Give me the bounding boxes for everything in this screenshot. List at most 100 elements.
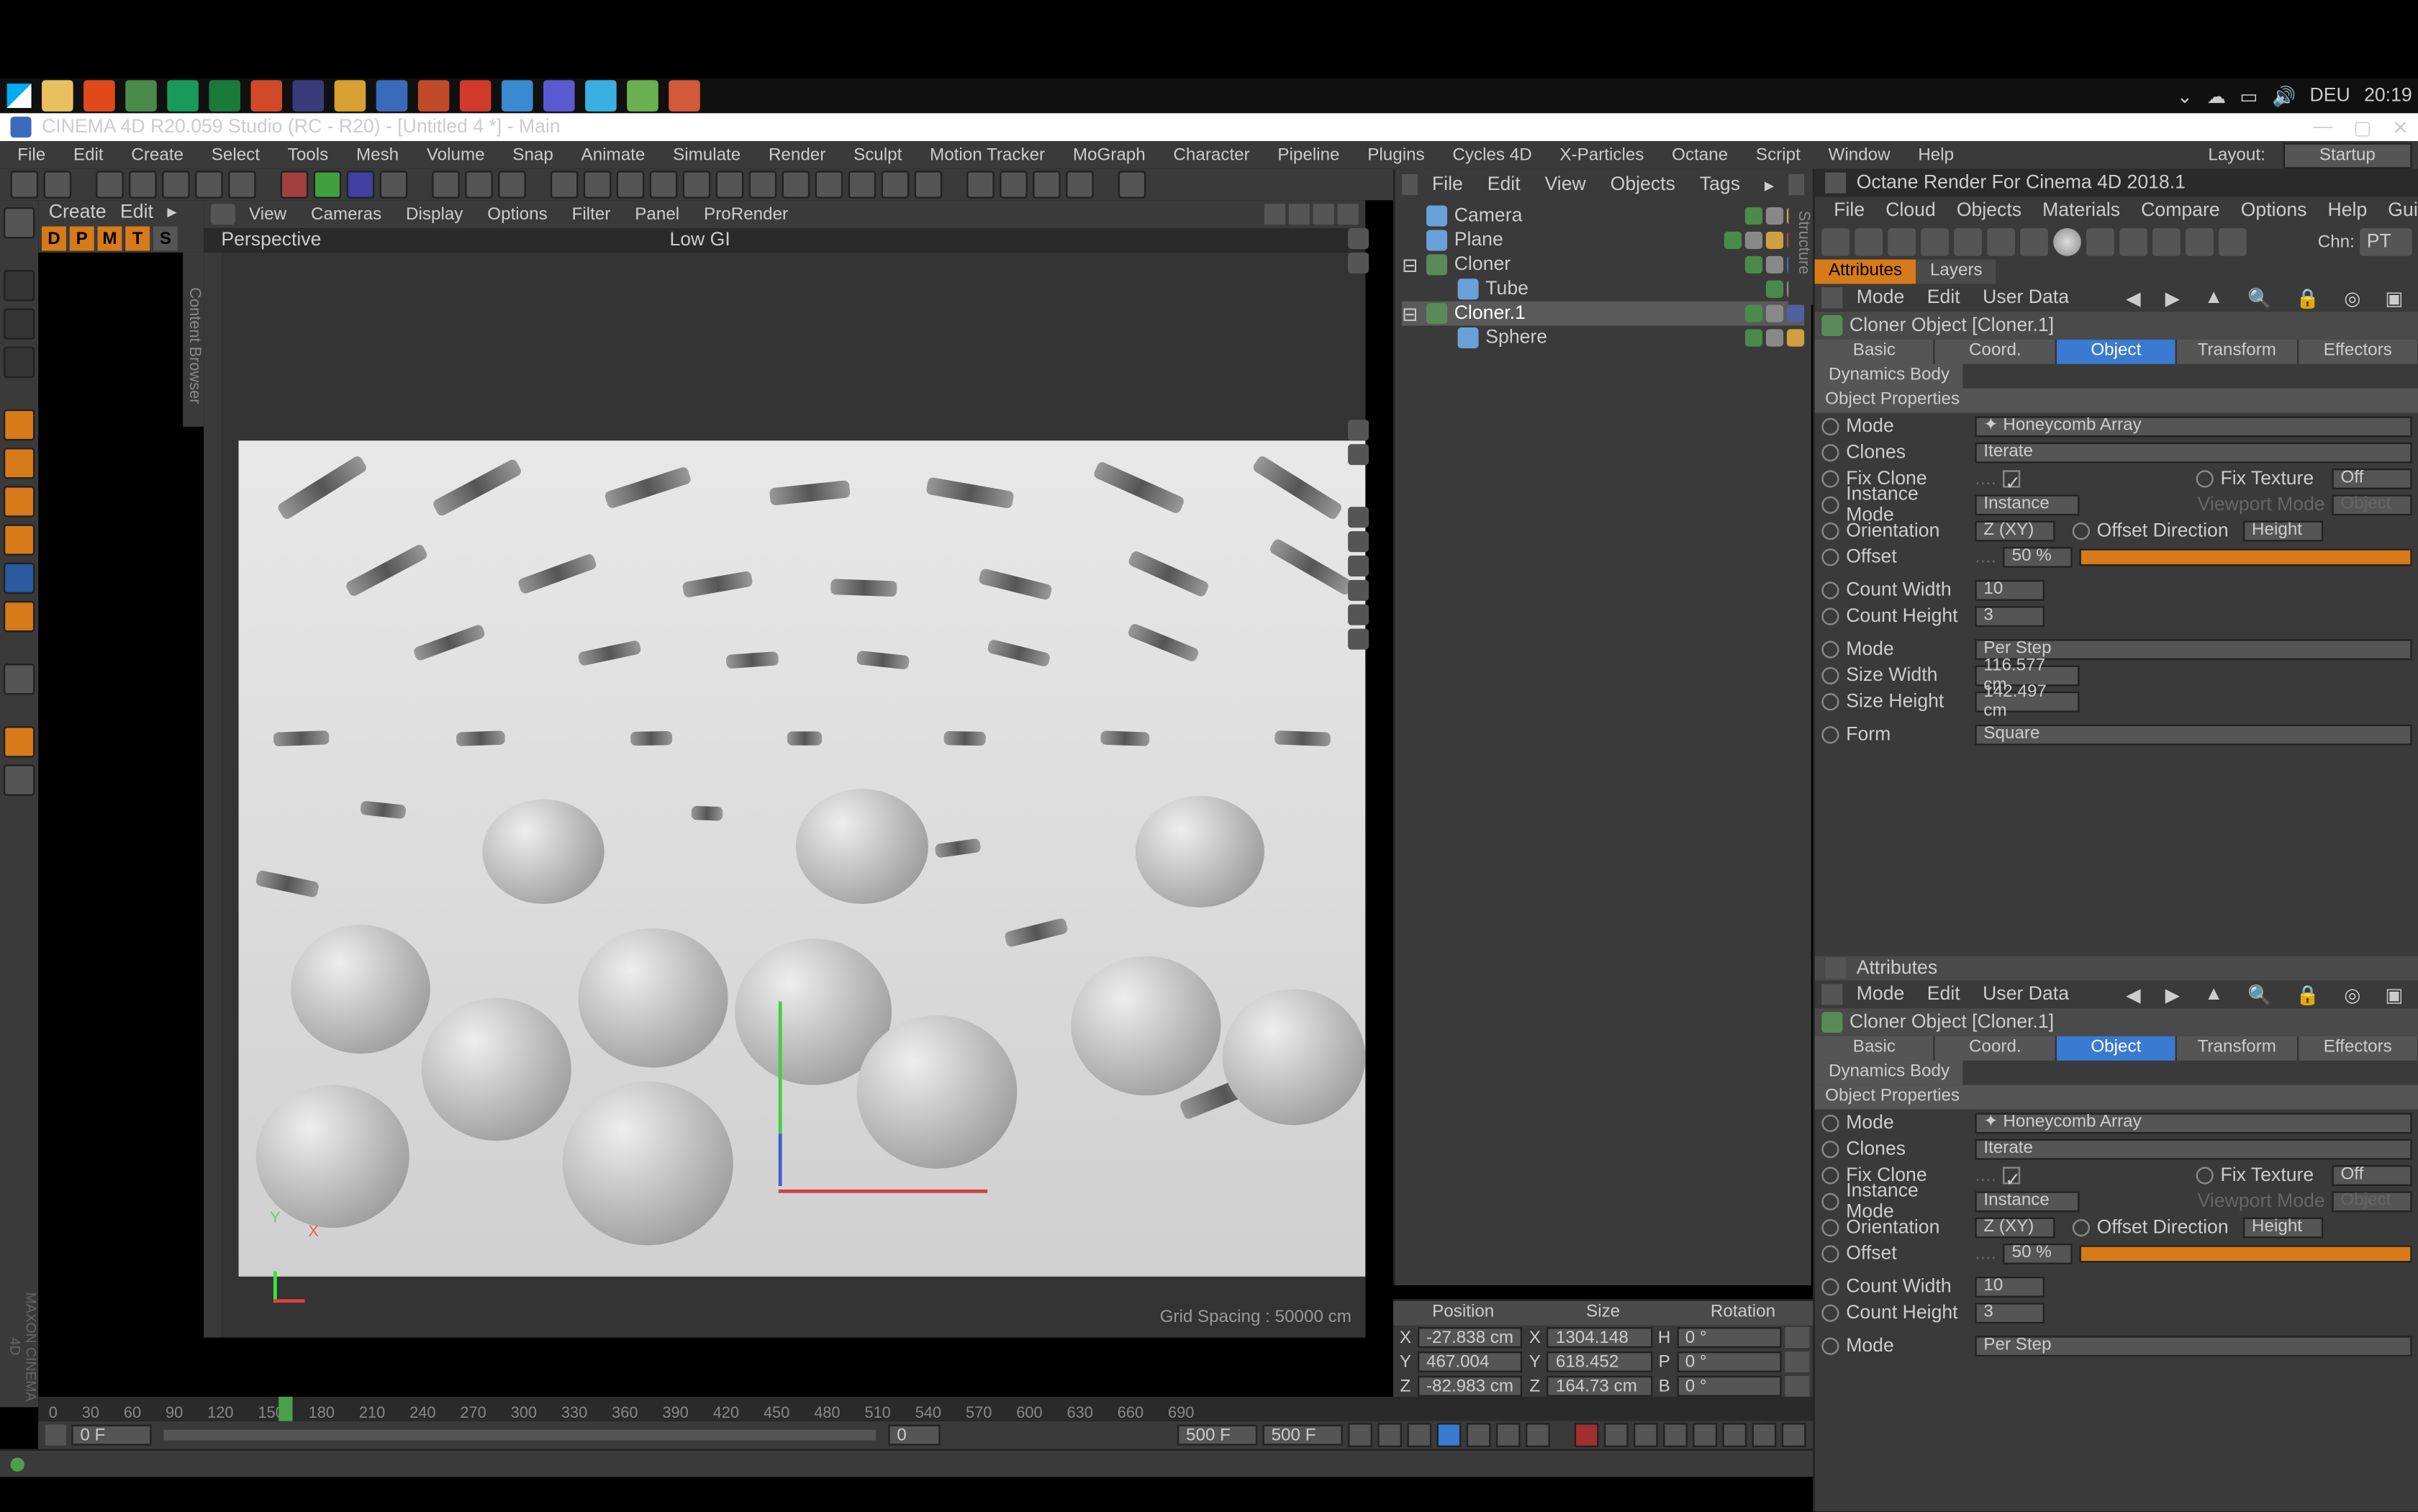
attr-menu-mode[interactable]: Mode — [1848, 982, 1914, 1007]
rotate-tool-icon[interactable] — [195, 171, 223, 199]
object-tree[interactable]: Camera Plane ⊟ Cloner Tube ⊟ Cloner.1 — [1395, 200, 1811, 353]
countheight-field[interactable]: 3 — [1975, 1302, 2045, 1323]
viewport-solo-icon[interactable] — [4, 664, 35, 695]
menu-character[interactable]: Character — [1163, 144, 1260, 166]
tool-icon[interactable] — [1118, 171, 1146, 199]
gizmo-x-axis[interactable] — [779, 1190, 987, 1193]
oct-settings-icon[interactable] — [1987, 228, 2015, 256]
palette-t-icon[interactable]: T — [125, 227, 150, 251]
timeline-ruler[interactable]: 0306090120150180210240270300330360390420… — [38, 1397, 1813, 1421]
tray-language[interactable]: DEU — [2309, 86, 2350, 107]
oct-menu-gui[interactable]: Gui — [2379, 199, 2418, 223]
tag-icon[interactable] — [1766, 329, 1783, 346]
edge-mode-icon[interactable] — [4, 448, 35, 479]
pos-field[interactable]: -27.838 cm — [1418, 1327, 1523, 1348]
uv-poly-icon[interactable] — [4, 563, 35, 594]
mode-dropdown[interactable]: ✦ Honeycomb Array — [1975, 1112, 2412, 1133]
menu-file[interactable]: File — [7, 144, 56, 166]
menu-create[interactable]: Create — [121, 144, 194, 166]
oct-tool-icon[interactable] — [2020, 228, 2048, 256]
vp-menu-options[interactable]: Options — [477, 203, 558, 225]
countheight-field[interactable]: 3 — [1975, 605, 2045, 626]
offsetdir-dropdown[interactable]: Height — [2243, 1216, 2323, 1237]
tree-item-cloner[interactable]: ⊟ Cloner — [1402, 253, 1804, 277]
tag-icon[interactable] — [1787, 329, 1804, 346]
attr-config-icon[interactable] — [1825, 958, 1846, 979]
oct-tool-icon[interactable] — [1888, 228, 1916, 256]
chevron-right-icon[interactable]: ▸ — [167, 200, 176, 222]
tray-chevron-icon[interactable]: ⌄ — [2177, 84, 2193, 107]
tool-icon[interactable] — [716, 171, 744, 199]
menu-snap[interactable]: Snap — [502, 144, 564, 166]
oct-menu-help[interactable]: Help — [2319, 199, 2376, 223]
tool-icon[interactable] — [551, 171, 579, 199]
oct-menu-options[interactable]: Options — [2232, 199, 2316, 223]
taskbar-app-icon[interactable] — [543, 80, 575, 112]
instancemode-dropdown[interactable]: Instance — [1975, 494, 2079, 515]
oct-chn-dropdown[interactable]: PT — [2360, 228, 2412, 256]
goto-end-button[interactable] — [1496, 1423, 1521, 1447]
coord-sys-toggle[interactable] — [380, 171, 408, 199]
menu-mesh[interactable]: Mesh — [345, 144, 409, 166]
tray-cloud-icon[interactable]: ☁ — [2206, 84, 2226, 107]
undo-button[interactable] — [11, 171, 39, 199]
maximize-button[interactable]: ▢ — [2353, 116, 2371, 138]
redo-button[interactable] — [44, 171, 72, 199]
tab-object[interactable]: Object — [2057, 1036, 2178, 1061]
offset-slider[interactable] — [2080, 548, 2412, 565]
size-field[interactable]: 618.452 cm — [1547, 1352, 1652, 1372]
tab-coord[interactable]: Coord. — [1936, 1036, 2057, 1061]
attr-menu-userdata[interactable]: User Data — [1974, 286, 2078, 310]
tab-effectors[interactable]: Effectors — [2298, 340, 2418, 364]
vp-tool-icon[interactable] — [1348, 253, 1369, 273]
countwidth-field[interactable]: 10 — [1975, 579, 2045, 600]
menu-select[interactable]: Select — [201, 144, 270, 166]
menu-sculpt[interactable]: Sculpt — [843, 144, 913, 166]
gizmo-z-axis[interactable] — [779, 1133, 782, 1186]
vp-menu-cameras[interactable]: Cameras — [300, 203, 391, 225]
key-button[interactable] — [1693, 1423, 1717, 1447]
axis-x-toggle[interactable] — [281, 171, 309, 199]
menu-render[interactable]: Render — [758, 144, 836, 166]
tray-network-icon[interactable]: ▭ — [2240, 84, 2258, 107]
fixclone-checkbox[interactable]: ✓ — [2003, 469, 2021, 486]
key-button[interactable] — [1752, 1423, 1777, 1447]
fixclone-checkbox[interactable]: ✓ — [2003, 1166, 2021, 1183]
tree-item-tube[interactable]: Tube — [1402, 277, 1804, 302]
tag-icon[interactable] — [1766, 207, 1783, 225]
orientation-dropdown[interactable]: Z (XY) — [1975, 1216, 2055, 1237]
nav-up-icon[interactable]: ▲ — [2196, 982, 2232, 1008]
vp-menu-panel[interactable]: Panel — [625, 203, 690, 225]
om-menu-more-icon[interactable]: ▸ — [1754, 171, 1784, 197]
layout-dropdown[interactable]: Startup — [2283, 142, 2412, 168]
vp-menu-view[interactable]: View — [239, 203, 297, 225]
offset-slider[interactable] — [2080, 1244, 2412, 1262]
tool-icon[interactable] — [782, 171, 810, 199]
timeslider[interactable] — [163, 1430, 876, 1441]
oct-tool-icon[interactable] — [2219, 228, 2247, 256]
tag-icon[interactable] — [1745, 329, 1762, 346]
expand-icon[interactable]: ⊟ — [1402, 253, 1419, 276]
key-button[interactable] — [1782, 1423, 1806, 1447]
render-pv-button[interactable] — [465, 171, 493, 199]
pos-field[interactable]: 467.004 cm — [1418, 1352, 1523, 1372]
close-button[interactable]: ✕ — [2393, 116, 2409, 138]
target-icon[interactable]: ◎ — [2335, 285, 2369, 311]
minimize-button[interactable]: — — [2314, 116, 2333, 138]
axis-y-toggle[interactable] — [314, 171, 342, 199]
vp-tool-icon[interactable] — [1348, 629, 1369, 650]
object-mode-icon[interactable] — [4, 308, 35, 340]
taskbar-app-icon[interactable] — [418, 80, 450, 112]
oct-tool-icon[interactable] — [2186, 228, 2214, 256]
frame-current-field[interactable]: 0 — [888, 1425, 941, 1446]
oct-menu-materials[interactable]: Materials — [2034, 199, 2129, 223]
taskbar-app-icon[interactable] — [125, 80, 157, 112]
select-tool-icon[interactable] — [96, 171, 124, 199]
taskbar-app-icon[interactable] — [669, 80, 700, 112]
tab-dynamics-body[interactable]: Dynamics Body — [1815, 1061, 1964, 1085]
point-mode-icon[interactable] — [4, 409, 35, 441]
tool-icon[interactable] — [749, 171, 777, 199]
vp-nav-icon[interactable] — [1264, 204, 1285, 225]
step-fwd-button[interactable] — [1467, 1423, 1491, 1447]
tool-icon[interactable] — [915, 171, 943, 199]
